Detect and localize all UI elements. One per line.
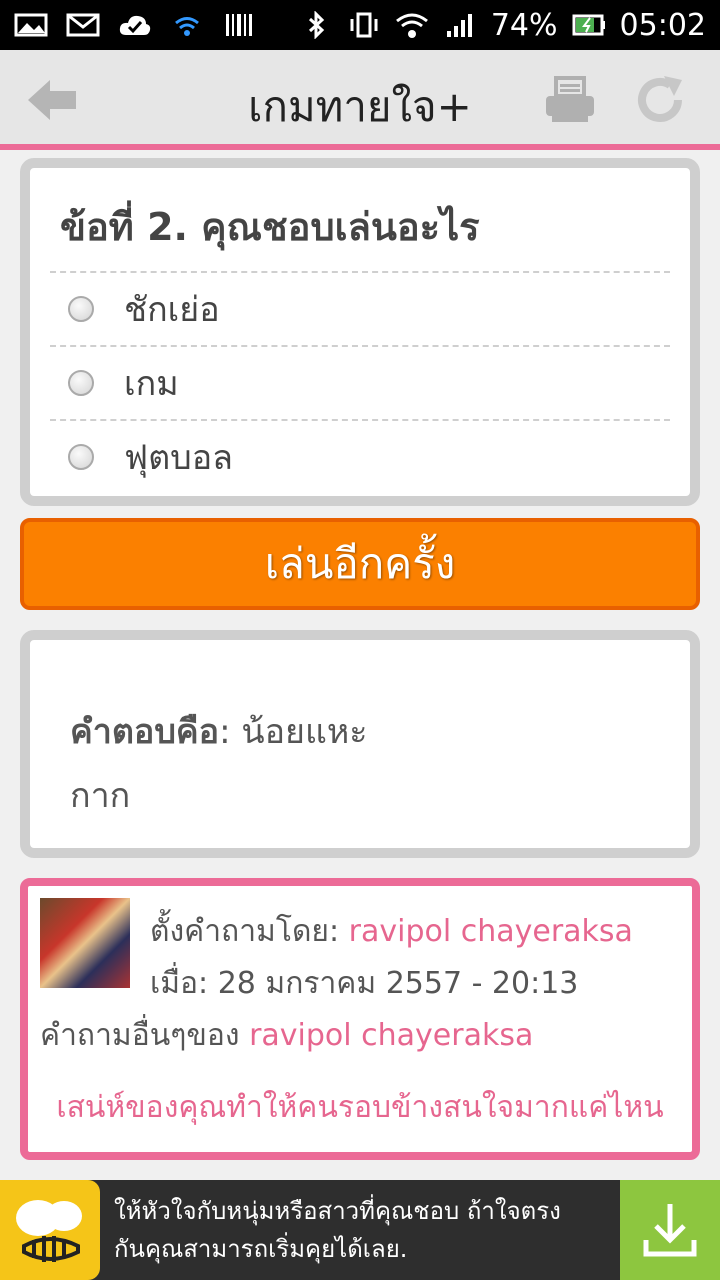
- related-quiz-link[interactable]: เสน่ห์ของคุณทำให้คนรอบข้างสนใจมากแค่ไหน: [28, 1084, 692, 1131]
- radio-button[interactable]: [68, 296, 94, 322]
- download-icon: [643, 1204, 697, 1257]
- option-item[interactable]: ฟุตบอล: [50, 419, 670, 493]
- ad-banner[interactable]: ให้หัวใจกับหนุ่มหรือสาวที่คุณชอบ ถ้าใจตร…: [0, 1180, 720, 1280]
- cloud-check-icon: [119, 15, 151, 35]
- ad-text-line1: ให้หัวใจกับหนุ่มหรือสาวที่คุณชอบ ถ้าใจตร…: [114, 1197, 561, 1225]
- question-card: ข้อที่ 2. คุณชอบเล่นอะไร ชักเย่อ เกม ฟุต…: [20, 158, 700, 506]
- avatar[interactable]: [40, 898, 130, 988]
- radio-button[interactable]: [68, 444, 94, 470]
- ad-logo: [0, 1180, 100, 1280]
- barcode-icon: [226, 14, 252, 36]
- clock: 05:02: [619, 7, 706, 43]
- asked-by: ตั้งคำถามโดย: ravipol chayeraksa: [150, 908, 633, 955]
- wifi-icon: [395, 13, 428, 38]
- print-button[interactable]: [538, 70, 602, 130]
- answer-separator: :: [219, 712, 242, 752]
- date-value: 28 มกราคม 2557 - 20:13: [217, 966, 579, 1001]
- option-item[interactable]: เกม: [50, 345, 670, 419]
- asked-by-label: ตั้งคำถามโดย:: [150, 914, 349, 949]
- answer-value-line2: กาก: [70, 776, 131, 816]
- play-again-button[interactable]: เล่นอีกครั้ง: [20, 518, 700, 610]
- date-label: เมื่อ:: [150, 966, 218, 1001]
- status-bar: 74% 05:02: [0, 0, 720, 50]
- option-label: ฟุตบอล: [124, 438, 233, 478]
- wifi-small-icon: [175, 17, 199, 36]
- battery-icon: [572, 14, 605, 36]
- radio-button[interactable]: [68, 370, 94, 396]
- answer-card: คำตอบคือ: น้อยแหะ กาก: [20, 630, 700, 858]
- ad-download-button[interactable]: [620, 1180, 720, 1280]
- battery-percent: 74%: [490, 7, 558, 43]
- page-title: เกมทายใจ+: [248, 82, 472, 131]
- option-label: เกม: [124, 364, 179, 404]
- answer-label: คำตอบคือ: [70, 712, 220, 752]
- option-item[interactable]: ชักเย่อ: [50, 271, 670, 345]
- answer-text: คำตอบคือ: น้อยแหะ กาก: [30, 640, 690, 828]
- author-card: ตั้งคำถามโดย: ravipol chayeraksa เมื่อ: …: [20, 878, 700, 1160]
- option-label: ชักเย่อ: [124, 290, 220, 330]
- signal-icon: [446, 14, 472, 37]
- printer-icon: [546, 76, 594, 122]
- bluetooth-icon: [308, 11, 325, 39]
- ad-text-line2: กันคุณสามารถเริ่มคุยได้เลย.: [114, 1235, 408, 1263]
- answer-value-line1: น้อยแหะ: [241, 712, 368, 752]
- author-link[interactable]: ravipol chayeraksa: [349, 914, 633, 949]
- other-questions-author-link[interactable]: ravipol chayeraksa: [249, 1018, 533, 1053]
- refresh-button[interactable]: [628, 70, 692, 130]
- other-questions: คำถามอื่นๆของ ravipol chayeraksa: [40, 1012, 533, 1059]
- chat-bubbles-icon: [16, 1200, 82, 1262]
- gmail-icon: [66, 13, 100, 37]
- app-header: เกมทายใจ+: [0, 50, 720, 150]
- refresh-icon: [638, 76, 682, 122]
- other-questions-label: คำถามอื่นๆของ: [40, 1018, 250, 1053]
- posted-date: เมื่อ: 28 มกราคม 2557 - 20:13: [150, 960, 578, 1007]
- vibrate-icon: [350, 12, 378, 38]
- photo-icon: [14, 13, 48, 37]
- ad-text: ให้หัวใจกับหนุ่มหรือสาวที่คุณชอบ ถ้าใจตร…: [114, 1192, 604, 1268]
- question-title: ข้อที่ 2. คุณชอบเล่นอะไร: [60, 205, 480, 249]
